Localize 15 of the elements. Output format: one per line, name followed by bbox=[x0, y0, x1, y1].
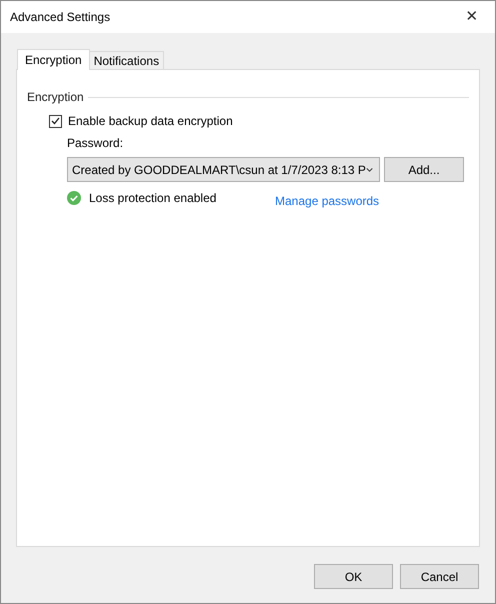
password-label: Password: bbox=[67, 135, 124, 152]
dialog-button[interactable]: Cancel bbox=[400, 564, 479, 589]
password-dropdown[interactable]: Created by GOODDEALMART\csun at 1/7/2023 8:13 P bbox=[67, 157, 380, 182]
group-title: Encryption bbox=[27, 89, 84, 106]
add-button[interactable]: Add... bbox=[384, 157, 464, 182]
close-button[interactable]: ✕ bbox=[449, 1, 495, 33]
chevron-down-icon bbox=[366, 166, 373, 172]
manage-passwords-link[interactable]: Manage passwords bbox=[275, 192, 380, 210]
checkbox-label: Enable backup data encryption bbox=[68, 113, 233, 130]
tab[interactable]: Notifications bbox=[88, 51, 164, 69]
window-title: Advanced Settings bbox=[10, 9, 110, 26]
checkbox[interactable] bbox=[49, 114, 62, 128]
tab[interactable]: Encryption bbox=[17, 49, 90, 70]
status-text: Loss protection enabled bbox=[89, 190, 218, 207]
dialog-button[interactable]: OK bbox=[314, 564, 393, 589]
